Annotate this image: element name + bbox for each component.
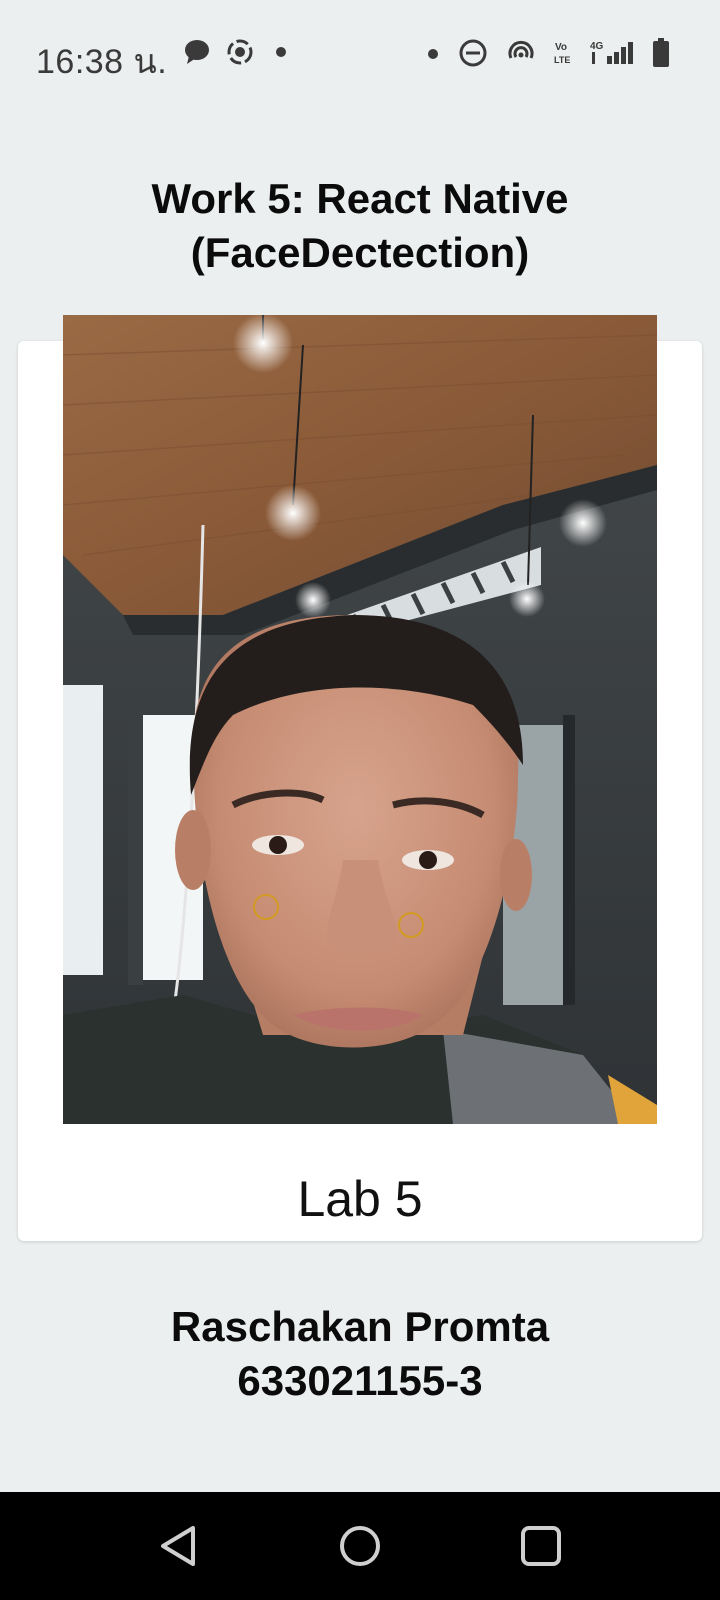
- svg-text:4G: 4G: [590, 41, 604, 52]
- author-name: Raschakan Promta: [170, 1303, 550, 1350]
- author-info: Raschakan Promta 633021155-3: [0, 1300, 720, 1408]
- home-icon: [340, 1526, 380, 1566]
- svg-text:Vo: Vo: [555, 42, 567, 53]
- svg-text:LTE: LTE: [554, 55, 570, 65]
- status-bar: 16:38 น. Vo LTE 4G: [0, 0, 720, 110]
- home-button[interactable]: [336, 1522, 384, 1570]
- back-button[interactable]: [155, 1522, 203, 1570]
- status-time: 16:38 น.: [36, 43, 168, 81]
- card-caption: Lab 5: [297, 1171, 423, 1227]
- title-line-1: Work 5: React Native: [151, 175, 569, 222]
- chat-bubble-icon: [185, 40, 209, 64]
- record-circle-icon: [227, 39, 253, 65]
- 4g-signal-icon: 4G: [590, 41, 633, 64]
- dot-icon: [428, 49, 438, 59]
- volte-icon: Vo LTE: [554, 42, 570, 65]
- back-icon: [161, 1526, 195, 1566]
- dot-icon: [276, 47, 286, 57]
- page-title: Work 5: React Native (FaceDectection): [0, 172, 720, 280]
- navigation-bar: [0, 1492, 720, 1600]
- face-photo-image: [63, 315, 657, 1124]
- status-icons-left: [183, 37, 293, 67]
- face-photo: [63, 315, 657, 1124]
- recents-button[interactable]: [517, 1522, 565, 1570]
- recents-icon: [521, 1526, 561, 1566]
- status-icons-right: Vo LTE 4G: [426, 37, 670, 69]
- title-line-2: (FaceDectection): [190, 229, 530, 276]
- author-id: 633021155-3: [237, 1357, 483, 1404]
- hotspot-icon: [508, 40, 534, 59]
- battery-icon: [653, 38, 669, 67]
- do-not-disturb-icon: [459, 39, 487, 67]
